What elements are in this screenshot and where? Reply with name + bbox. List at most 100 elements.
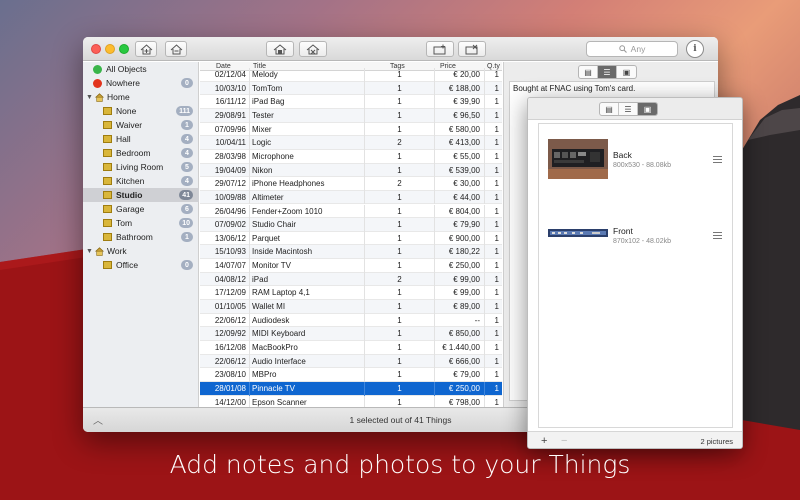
sidebar-item-room[interactable]: Garage 6	[83, 202, 199, 216]
add-thing-button[interactable]	[426, 41, 454, 57]
count-badge: 111	[176, 106, 193, 116]
table-row[interactable]: 29/07/12 iPhone Headphones 2 € 30,00 1	[200, 177, 502, 191]
cell-price: € 666,00	[435, 354, 485, 369]
sidebar-item-room[interactable]: Living Room 5	[83, 160, 199, 174]
table-row[interactable]: 10/09/88 Altimeter 1 € 44,00 1	[200, 190, 502, 205]
info-view-icon[interactable]: ▤	[600, 103, 619, 115]
pictures-view-icon[interactable]: ▣	[638, 103, 657, 115]
picture-count: 2 pictures	[700, 437, 733, 446]
cell-title: MBPro	[250, 368, 365, 382]
table-row-selected[interactable]: 28/01/08 Pinnacle TV 1 € 250,00 1	[200, 381, 502, 396]
table-row[interactable]: 02/12/04 Melody 1 € 20,00 1	[200, 68, 502, 82]
sidebar-item-home[interactable]: ▼ Home	[83, 90, 199, 104]
cell-tags: 1	[365, 68, 435, 82]
table-row[interactable]: 14/12/00 Epson Scanner 1 € 798,00 1	[200, 395, 502, 407]
table-row[interactable]: 29/08/91 Tester 1 € 96,50 1	[200, 108, 502, 123]
sidebar-item-room-selected[interactable]: Studio 41	[83, 188, 199, 202]
table-row[interactable]: 04/08/12 iPad 2 € 99,00 1	[200, 272, 502, 287]
table-row[interactable]: 14/07/07 Monitor TV 1 € 250,00 1	[200, 259, 502, 273]
close-window-button[interactable]	[91, 44, 101, 54]
cell-date: 14/12/00	[200, 395, 250, 407]
cell-date: 22/06/12	[200, 354, 250, 369]
picture-thumbnail[interactable]	[548, 139, 608, 179]
sidebar-item-room[interactable]: Waiver 1	[83, 118, 199, 132]
table-row[interactable]: 22/06/12 Audio Interface 1 € 666,00 1	[200, 354, 502, 369]
table-row[interactable]: 16/12/08 MacBookPro 1 € 1.440,00 1	[200, 341, 502, 355]
sidebar-item-all-objects[interactable]: All Objects	[83, 62, 199, 76]
add-room-button[interactable]	[266, 41, 294, 57]
cell-price: € 798,00	[435, 395, 485, 407]
sidebar-item-room[interactable]: Office 0	[83, 258, 199, 272]
cell-qty: 1	[494, 220, 499, 230]
cell-date: 02/12/04	[200, 68, 250, 82]
table-row[interactable]: 12/09/92 MIDI Keyboard 1 € 850,00 1	[200, 327, 502, 341]
sidebar-item-nowhere[interactable]: Nowhere 0	[83, 76, 199, 90]
add-picture-button[interactable]: +	[541, 435, 547, 447]
cell-tags: 1	[365, 245, 435, 260]
table-row[interactable]: 10/04/11 Logic 2 € 413,00 1	[200, 136, 502, 150]
sidebar-item-label: Kitchen	[116, 176, 145, 186]
sidebar-item-room[interactable]: Tom 10	[83, 216, 199, 230]
drag-handle-icon[interactable]	[713, 232, 722, 239]
sidebar-item-room[interactable]: None 111	[83, 104, 199, 118]
info-button[interactable]: i	[686, 40, 704, 58]
cell-qty: 1	[494, 302, 499, 312]
count-badge: 1	[181, 120, 193, 130]
table-row[interactable]: 15/10/93 Inside Macintosh 1 € 180,22 1	[200, 245, 502, 260]
search-field[interactable]: Any	[586, 41, 678, 57]
minimize-window-button[interactable]	[105, 44, 115, 54]
table-row[interactable]: 10/03/10 TomTom 1 € 188,00 1	[200, 81, 502, 96]
drag-handle-icon[interactable]	[713, 156, 722, 163]
cell-date: 22/06/12	[200, 313, 250, 328]
remove-home-icon	[170, 43, 182, 54]
disclosure-triangle-icon[interactable]: ▼	[86, 94, 93, 101]
table-row[interactable]: 28/03/98 Microphone 1 € 55,00 1	[200, 149, 502, 164]
table-row[interactable]: 22/06/12 Audiodesk 1 -- 1	[200, 313, 502, 328]
cell-qty: 1	[494, 383, 499, 393]
cell-title: MacBookPro	[250, 341, 365, 355]
cell-title: Mixer	[250, 122, 365, 137]
cell-qty: 1	[494, 206, 499, 216]
sidebar-item-label: Hall	[116, 134, 131, 144]
remove-thing-button[interactable]	[458, 41, 486, 57]
sidebar-item-room[interactable]: Hall 4	[83, 132, 199, 146]
disclosure-triangle-icon[interactable]: ▼	[86, 248, 93, 255]
table-row[interactable]: 07/09/96 Mixer 1 € 580,00 1	[200, 122, 502, 137]
zoom-window-button[interactable]	[119, 44, 129, 54]
table-row[interactable]: 07/09/02 Studio Chair 1 € 79,90 1	[200, 218, 502, 232]
info-view-icon[interactable]: ▤	[579, 66, 598, 78]
notes-view-icon[interactable]: ☰	[619, 103, 638, 115]
cell-title: Audiodesk	[250, 313, 365, 328]
table-row[interactable]: 16/11/12 iPad Bag 1 € 39,90 1	[200, 95, 502, 109]
pictures-view-icon[interactable]: ▣	[617, 66, 636, 78]
remove-home-button[interactable]	[165, 41, 187, 57]
sidebar-item-room[interactable]: Bedroom 4	[83, 146, 199, 160]
table-row[interactable]: 17/12/09 RAM Laptop 4,1 1 € 99,00 1	[200, 286, 502, 301]
table-row[interactable]: 26/04/96 Fender+Zoom 1010 1 € 804,00 1	[200, 204, 502, 219]
add-thing-icon	[433, 44, 446, 54]
notes-view-icon[interactable]: ☰	[598, 66, 617, 78]
remove-picture-button[interactable]: −	[561, 435, 567, 447]
sidebar: All Objects Nowhere 0 ▼ Home None 111 Wai…	[83, 62, 199, 407]
sidebar-item-room[interactable]: Bathroom 1	[83, 230, 199, 244]
cell-price: € 180,22	[435, 245, 485, 260]
cell-tags: 1	[365, 218, 435, 232]
sidebar-item-room[interactable]: Kitchen 4	[83, 174, 199, 188]
table-row[interactable]: 13/06/12 Parquet 1 € 900,00 1	[200, 231, 502, 246]
picture-size: 870x102 - 48.02kb	[613, 238, 671, 245]
cell-title: Studio Chair	[250, 218, 365, 232]
table-row[interactable]: 19/04/09 Nikon 1 € 539,00 1	[200, 163, 502, 178]
add-home-button[interactable]	[135, 41, 157, 57]
picture-thumbnail[interactable]	[548, 229, 608, 237]
sidebar-item-work[interactable]: ▼ Work	[83, 244, 199, 258]
cell-title: Wallet MI	[250, 300, 365, 314]
table-row[interactable]: 01/10/05 Wallet MI 1 € 89,00 1	[200, 300, 502, 314]
cell-title: Microphone	[250, 149, 365, 164]
cell-qty: 1	[494, 70, 499, 79]
remove-room-button[interactable]	[299, 41, 327, 57]
cell-qty: 1	[494, 274, 499, 284]
table-row[interactable]: 23/08/10 MBPro 1 € 79,00 1	[200, 368, 502, 382]
cell-tags: 1	[365, 231, 435, 246]
cell-date: 29/08/91	[200, 108, 250, 123]
cell-date: 14/07/07	[200, 259, 250, 273]
